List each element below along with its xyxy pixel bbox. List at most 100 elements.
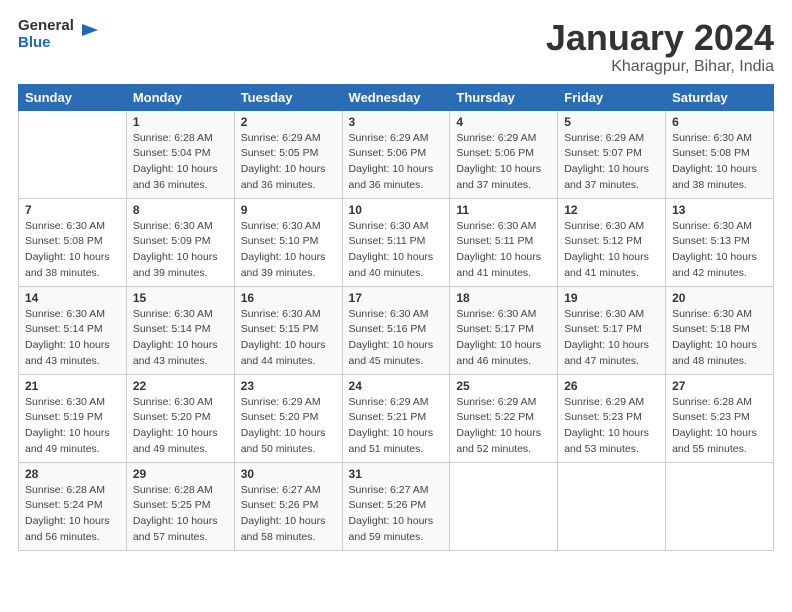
day-number: 5: [564, 115, 659, 129]
day-detail: Sunrise: 6:30 AMSunset: 5:08 PMDaylight:…: [25, 220, 110, 279]
day-detail: Sunrise: 6:30 AMSunset: 5:14 PMDaylight:…: [133, 308, 218, 367]
cell-w5-d5: [450, 462, 558, 550]
day-number: 4: [456, 115, 551, 129]
day-detail: Sunrise: 6:30 AMSunset: 5:09 PMDaylight:…: [133, 220, 218, 279]
day-detail: Sunrise: 6:30 AMSunset: 5:11 PMDaylight:…: [456, 220, 541, 279]
day-detail: Sunrise: 6:30 AMSunset: 5:13 PMDaylight:…: [672, 220, 757, 279]
day-number: 18: [456, 291, 551, 305]
cell-w2-d5: 11 Sunrise: 6:30 AMSunset: 5:11 PMDayligh…: [450, 198, 558, 286]
cell-w2-d3: 9 Sunrise: 6:30 AMSunset: 5:10 PMDaylight…: [234, 198, 342, 286]
day-number: 25: [456, 379, 551, 393]
day-detail: Sunrise: 6:29 AMSunset: 5:07 PMDaylight:…: [564, 132, 649, 191]
col-tuesday: Tuesday: [234, 84, 342, 110]
day-number: 11: [456, 203, 551, 217]
day-detail: Sunrise: 6:29 AMSunset: 5:05 PMDaylight:…: [241, 132, 326, 191]
cell-w1-d5: 4 Sunrise: 6:29 AMSunset: 5:06 PMDaylight…: [450, 110, 558, 198]
logo-flag-icon: [80, 22, 102, 44]
cell-w2-d1: 7 Sunrise: 6:30 AMSunset: 5:08 PMDaylight…: [19, 198, 127, 286]
cell-w4-d4: 24 Sunrise: 6:29 AMSunset: 5:21 PMDayligh…: [342, 374, 450, 462]
cell-w2-d6: 12 Sunrise: 6:30 AMSunset: 5:12 PMDayligh…: [558, 198, 666, 286]
day-detail: Sunrise: 6:30 AMSunset: 5:16 PMDaylight:…: [349, 308, 434, 367]
cell-w5-d7: [666, 462, 774, 550]
day-detail: Sunrise: 6:30 AMSunset: 5:10 PMDaylight:…: [241, 220, 326, 279]
cell-w5-d4: 31Sunrise: 6:27 AMSunset: 5:26 PMDayligh…: [342, 462, 450, 550]
day-detail: Sunrise: 6:28 AMSunset: 5:04 PMDaylight:…: [133, 132, 218, 191]
day-number: 3: [349, 115, 444, 129]
day-detail: Sunrise: 6:27 AMSunset: 5:26 PMDaylight:…: [349, 484, 434, 543]
cell-w3-d1: 14Sunrise: 6:30 AMSunset: 5:14 PMDayligh…: [19, 286, 127, 374]
day-number: 30: [241, 467, 336, 481]
day-detail: Sunrise: 6:30 AMSunset: 5:15 PMDaylight:…: [241, 308, 326, 367]
day-number: 2: [241, 115, 336, 129]
cell-w1-d6: 5 Sunrise: 6:29 AMSunset: 5:07 PMDaylight…: [558, 110, 666, 198]
calendar-header: Sunday Monday Tuesday Wednesday Thursday…: [19, 84, 774, 110]
col-sunday: Sunday: [19, 84, 127, 110]
day-number: 17: [349, 291, 444, 305]
day-number: 8: [133, 203, 228, 217]
cell-w3-d5: 18 Sunrise: 6:30 AMSunset: 5:17 PMDayligh…: [450, 286, 558, 374]
day-number: 20: [672, 291, 767, 305]
week-row-4: 21 Sunrise: 6:30 AMSunset: 5:19 PMDayligh…: [19, 374, 774, 462]
day-detail: Sunrise: 6:30 AMSunset: 5:19 PMDaylight:…: [25, 396, 110, 455]
cell-w2-d4: 10 Sunrise: 6:30 AMSunset: 5:11 PMDayligh…: [342, 198, 450, 286]
header-row: Sunday Monday Tuesday Wednesday Thursday…: [19, 84, 774, 110]
col-monday: Monday: [126, 84, 234, 110]
cell-w5-d2: 29 Sunrise: 6:28 AMSunset: 5:25 PMDayligh…: [126, 462, 234, 550]
week-row-5: 28 Sunrise: 6:28 AMSunset: 5:24 PMDayligh…: [19, 462, 774, 550]
day-number: 7: [25, 203, 120, 217]
day-number: 13: [672, 203, 767, 217]
day-number: 14: [25, 291, 120, 305]
day-detail: Sunrise: 6:30 AMSunset: 5:11 PMDaylight:…: [349, 220, 434, 279]
day-detail: Sunrise: 6:30 AMSunset: 5:17 PMDaylight:…: [564, 308, 649, 367]
day-number: 10: [349, 203, 444, 217]
col-saturday: Saturday: [666, 84, 774, 110]
day-number: 21: [25, 379, 120, 393]
cell-w3-d6: 19 Sunrise: 6:30 AMSunset: 5:17 PMDayligh…: [558, 286, 666, 374]
cell-w2-d7: 13 Sunrise: 6:30 AMSunset: 5:13 PMDayligh…: [666, 198, 774, 286]
day-number: 12: [564, 203, 659, 217]
day-detail: Sunrise: 6:28 AMSunset: 5:24 PMDaylight:…: [25, 484, 110, 543]
main-title: January 2024: [546, 18, 774, 58]
day-number: 29: [133, 467, 228, 481]
cell-w3-d4: 17 Sunrise: 6:30 AMSunset: 5:16 PMDayligh…: [342, 286, 450, 374]
day-detail: Sunrise: 6:30 AMSunset: 5:12 PMDaylight:…: [564, 220, 649, 279]
cell-w3-d3: 16 Sunrise: 6:30 AMSunset: 5:15 PMDayligh…: [234, 286, 342, 374]
col-wednesday: Wednesday: [342, 84, 450, 110]
day-detail: Sunrise: 6:29 AMSunset: 5:06 PMDaylight:…: [456, 132, 541, 191]
cell-w5-d6: [558, 462, 666, 550]
day-number: 16: [241, 291, 336, 305]
day-detail: Sunrise: 6:29 AMSunset: 5:22 PMDaylight:…: [456, 396, 541, 455]
subtitle: Kharagpur, Bihar, India: [546, 58, 774, 76]
day-number: 28: [25, 467, 120, 481]
day-detail: Sunrise: 6:28 AMSunset: 5:25 PMDaylight:…: [133, 484, 218, 543]
col-friday: Friday: [558, 84, 666, 110]
day-detail: Sunrise: 6:30 AMSunset: 5:18 PMDaylight:…: [672, 308, 757, 367]
day-number: 9: [241, 203, 336, 217]
day-detail: Sunrise: 6:30 AMSunset: 5:08 PMDaylight:…: [672, 132, 757, 191]
cell-w5-d3: 30Sunrise: 6:27 AMSunset: 5:26 PMDayligh…: [234, 462, 342, 550]
title-block: January 2024 Kharagpur, Bihar, India: [546, 18, 774, 76]
cell-w4-d2: 22Sunrise: 6:30 AMSunset: 5:20 PMDayligh…: [126, 374, 234, 462]
day-detail: Sunrise: 6:29 AMSunset: 5:06 PMDaylight:…: [349, 132, 434, 191]
cell-w1-d7: 6Sunrise: 6:30 AMSunset: 5:08 PMDaylight…: [666, 110, 774, 198]
day-detail: Sunrise: 6:30 AMSunset: 5:17 PMDaylight:…: [456, 308, 541, 367]
day-number: 26: [564, 379, 659, 393]
week-row-1: 1Sunrise: 6:28 AMSunset: 5:04 PMDaylight…: [19, 110, 774, 198]
cell-w4-d5: 25 Sunrise: 6:29 AMSunset: 5:22 PMDayligh…: [450, 374, 558, 462]
calendar-body: 1Sunrise: 6:28 AMSunset: 5:04 PMDaylight…: [19, 110, 774, 550]
day-number: 27: [672, 379, 767, 393]
cell-w2-d2: 8 Sunrise: 6:30 AMSunset: 5:09 PMDaylight…: [126, 198, 234, 286]
day-detail: Sunrise: 6:28 AMSunset: 5:23 PMDaylight:…: [672, 396, 757, 455]
day-detail: Sunrise: 6:30 AMSunset: 5:20 PMDaylight:…: [133, 396, 218, 455]
page-header: General Blue January 2024 Kharagpur, Bih…: [18, 18, 774, 76]
col-thursday: Thursday: [450, 84, 558, 110]
cell-w1-d1: [19, 110, 127, 198]
cell-w5-d1: 28 Sunrise: 6:28 AMSunset: 5:24 PMDayligh…: [19, 462, 127, 550]
day-detail: Sunrise: 6:29 AMSunset: 5:21 PMDaylight:…: [349, 396, 434, 455]
logo-general: General: [18, 18, 74, 35]
day-number: 15: [133, 291, 228, 305]
day-number: 19: [564, 291, 659, 305]
cell-w3-d2: 15 Sunrise: 6:30 AMSunset: 5:14 PMDayligh…: [126, 286, 234, 374]
cell-w1-d4: 3 Sunrise: 6:29 AMSunset: 5:06 PMDaylight…: [342, 110, 450, 198]
day-number: 24: [349, 379, 444, 393]
